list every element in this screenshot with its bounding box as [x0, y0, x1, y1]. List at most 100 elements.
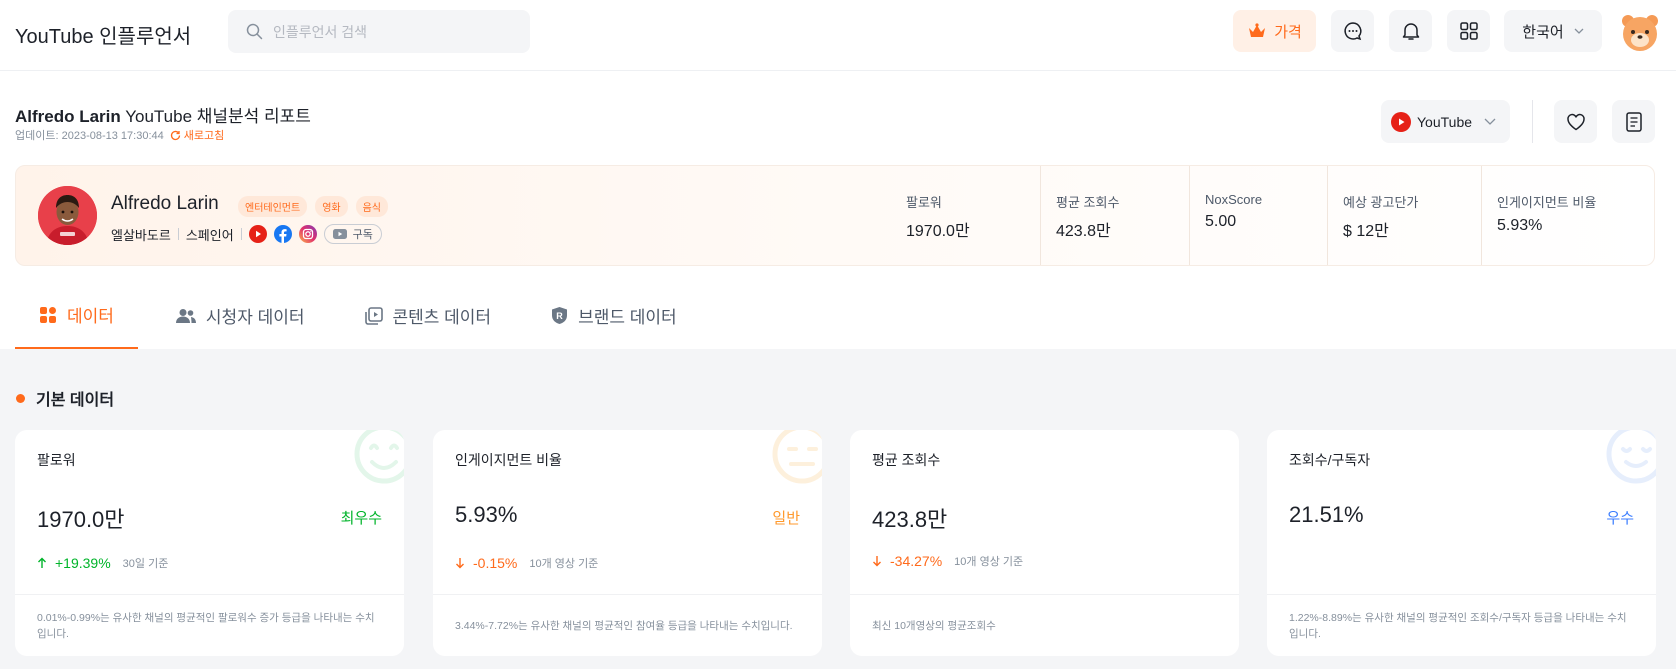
- document-icon: [1625, 111, 1642, 132]
- language-select[interactable]: 한국어: [1504, 10, 1602, 52]
- stat-label: 예상 광고단가: [1343, 195, 1419, 210]
- platform-select[interactable]: YouTube: [1381, 100, 1510, 143]
- tab-label: 브랜드 데이터: [578, 308, 677, 327]
- metric-note: 1.22%-8.89%는 유사한 채널의 평균적인 조회수/구독자 등급을 나타…: [1289, 612, 1627, 640]
- brand-logo-text[interactable]: YouTube 인플루언서: [15, 20, 191, 49]
- metric-note: 0.01%-0.99%는 유사한 채널의 평균적인 팔로워수 증가 등급을 나타…: [37, 612, 375, 640]
- metric-value: 423.8만: [872, 507, 948, 532]
- card-divider: [1267, 594, 1656, 595]
- heart-icon: [1566, 113, 1585, 130]
- metric-change: -34.27% 10개 영상 기준: [872, 553, 1023, 569]
- stat-engagement: 인게이지먼트 비율 5.93%: [1481, 166, 1646, 265]
- stat-value: 5.93%: [1497, 217, 1543, 234]
- metric-value: 21.51%: [1289, 502, 1364, 527]
- user-avatar[interactable]: [1620, 12, 1660, 52]
- message-button[interactable]: [1331, 10, 1374, 52]
- profile-card: Alfredo Larin 엔터테인먼트 영화 음식 엘살바도르 스페인어 구독…: [15, 165, 1655, 266]
- metric-change-value: +19.39%: [55, 555, 111, 571]
- meta-divider: [177, 228, 179, 240]
- metric-basis: 10개 영상 기준: [954, 556, 1024, 568]
- subscribe-label: 구독: [352, 229, 373, 241]
- facebook-icon[interactable]: [273, 225, 292, 243]
- search-icon: [246, 23, 263, 40]
- stat-value: 5.00: [1205, 213, 1237, 230]
- metric-grade: 일반: [772, 510, 800, 527]
- report-title-suffix: YouTube 채널분석 리포트: [125, 107, 311, 126]
- apps-button[interactable]: [1447, 10, 1490, 52]
- users-icon: [175, 308, 196, 323]
- search-box[interactable]: [228, 10, 530, 53]
- card-divider: [15, 594, 404, 595]
- metric-change: +19.39% 30일 기준: [37, 555, 168, 571]
- metric-basis: 10개 영상 기준: [529, 558, 599, 570]
- neutral-face-icon: [772, 430, 822, 484]
- tab-label: 데이터: [67, 307, 114, 326]
- price-label: 가격: [1274, 23, 1302, 41]
- refresh-icon: [170, 130, 180, 140]
- tab-content[interactable]: 콘텐츠 데이터: [364, 282, 492, 349]
- metric-card-followers: 팔로워 1970.0만 최우수 +19.39% 30일 기준 0.01%-0.9…: [15, 430, 404, 656]
- brand-shield-icon: R: [552, 307, 568, 324]
- stat-label: 평균 조회수: [1056, 195, 1120, 210]
- metric-grade: 최우수: [340, 510, 382, 527]
- card-divider: [433, 594, 822, 595]
- price-button[interactable]: 가격: [1233, 10, 1316, 52]
- stat-value: 423.8만: [1056, 223, 1111, 240]
- update-info: 업데이트: 2023-08-13 17:30:44 새로고침: [15, 127, 224, 143]
- refresh-button[interactable]: 새로고침: [170, 127, 224, 143]
- instagram-icon[interactable]: [298, 225, 317, 243]
- youtube-icon[interactable]: [248, 225, 267, 243]
- tab-data[interactable]: 데이터: [15, 282, 138, 349]
- meta-divider: [240, 228, 242, 240]
- category-tag[interactable]: 음식: [355, 196, 389, 217]
- card-divider: [850, 594, 1239, 595]
- metric-value: 1970.0만: [37, 507, 125, 532]
- platform-label: YouTube: [1417, 113, 1473, 130]
- smile-face-icon: [1606, 430, 1656, 484]
- stat-label: 팔로워: [906, 195, 942, 210]
- channel-language: 스페인어: [185, 227, 234, 243]
- channel-meta: 엘살바도르 스페인어 구독: [111, 224, 382, 244]
- metric-value: 5.93%: [455, 502, 518, 527]
- grid-icon: [1459, 22, 1478, 40]
- subscribe-button[interactable]: 구독: [323, 224, 382, 244]
- stat-value: 1970.0만: [906, 223, 970, 240]
- tab-label: 콘텐츠 데이터: [392, 308, 492, 327]
- stat-followers: 팔로워 1970.0만: [891, 166, 1040, 265]
- arrow-up-icon: [38, 557, 46, 568]
- dashboard-icon: [40, 306, 56, 323]
- stat-label: NoxScore: [1205, 192, 1263, 207]
- metric-change-value: -0.15%: [473, 555, 518, 571]
- youtube-icon: [332, 229, 347, 239]
- metric-label: 팔로워: [37, 452, 76, 468]
- tab-audience[interactable]: 시청자 데이터: [175, 282, 305, 349]
- channel-avatar: [38, 186, 97, 245]
- happy-face-icon: [354, 430, 404, 484]
- stat-ad-price: 예상 광고단가 $ 12만: [1327, 166, 1481, 265]
- category-tags: 엔터테인먼트 영화 음식: [238, 196, 389, 217]
- svg-text:R: R: [556, 311, 563, 321]
- chat-icon: [1343, 22, 1361, 41]
- search-input[interactable]: [273, 23, 513, 40]
- section-title: 기본 데이터: [16, 386, 114, 410]
- report-title: Alfredo Larin YouTube 채널분석 리포트: [15, 102, 311, 127]
- metric-basis: 30일 기준: [122, 558, 169, 570]
- metric-card-avg-views: 평균 조회수 423.8만 -34.27% 10개 영상 기준 최신 10개영상…: [850, 430, 1239, 656]
- section-title-text: 기본 데이터: [36, 392, 115, 409]
- metric-change: -0.15% 10개 영상 기준: [455, 555, 598, 571]
- video-library-icon: [364, 306, 383, 325]
- category-tag[interactable]: 영화: [315, 196, 348, 217]
- arrow-down-icon: [873, 556, 881, 567]
- tab-brand[interactable]: R 브랜드 데이터: [551, 282, 677, 349]
- stat-avg-views: 평균 조회수 423.8만: [1040, 166, 1189, 265]
- favorite-button[interactable]: [1554, 100, 1597, 143]
- channel-name: Alfredo Larin: [111, 193, 219, 214]
- header-divider: [1532, 100, 1533, 143]
- metric-note: 3.44%-7.72%는 유사한 채널의 평균적인 참여율 등급을 나타내는 수…: [455, 620, 793, 632]
- metric-card-views-per-subscriber: 조회수/구독자 21.51% 우수 1.22%-8.89%는 유사한 채널의 평…: [1267, 430, 1656, 656]
- report-download-button[interactable]: [1612, 100, 1655, 143]
- category-tag[interactable]: 엔터테인먼트: [238, 196, 308, 217]
- notification-button[interactable]: [1389, 10, 1432, 52]
- metric-note: 최신 10개영상의 평균조회수: [872, 620, 996, 632]
- report-channel-name: Alfredo Larin: [15, 107, 121, 126]
